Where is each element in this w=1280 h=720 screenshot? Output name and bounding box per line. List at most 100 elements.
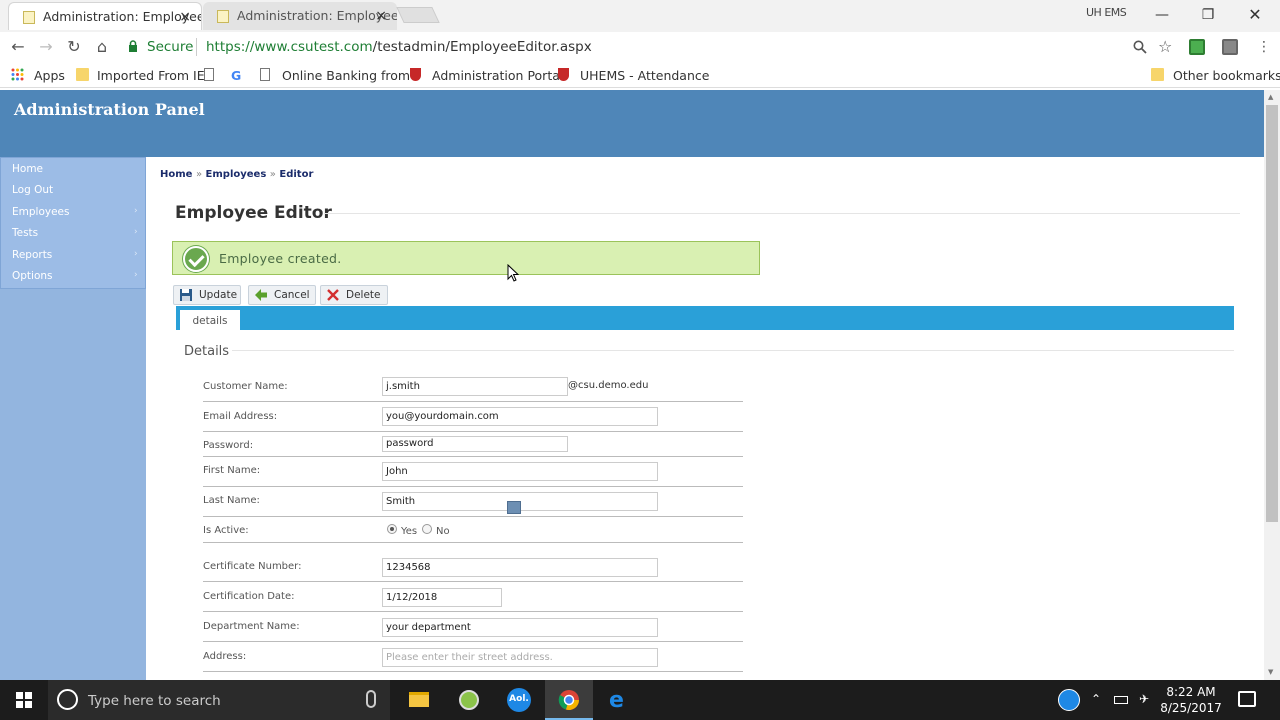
bookmark-apps[interactable]: Apps (34, 68, 65, 83)
sidebar-item-logout[interactable]: Log Out (12, 184, 53, 196)
chevron-up-icon[interactable]: ⌃ (1091, 692, 1101, 706)
aol-app[interactable]: Aol. (495, 680, 543, 720)
lock-icon (129, 40, 137, 52)
bookmark-admin-portal[interactable]: Administration Portal (432, 68, 563, 83)
paint-app[interactable] (445, 680, 493, 720)
microphone-icon[interactable] (366, 690, 376, 708)
chevron-right-icon: › (134, 249, 138, 259)
scrollbar-thumb[interactable] (1266, 105, 1278, 522)
folder-icon (1151, 68, 1164, 81)
address-input[interactable]: Please enter their street address. (382, 648, 658, 667)
extension-icon[interactable] (1222, 39, 1238, 55)
arrow-left-icon (255, 289, 267, 301)
chevron-right-icon: › (134, 270, 138, 280)
sidebar-item-options[interactable]: Options (12, 270, 53, 282)
page-title: Employee Editor (175, 203, 332, 223)
url-host: https://www.csutest.com (206, 39, 373, 55)
sidebar-item-reports[interactable]: Reports (12, 249, 52, 261)
first-name-label: First Name: (203, 465, 261, 476)
row-divider (203, 431, 743, 432)
bookmark-imported[interactable]: Imported From IE (97, 68, 205, 83)
airplane-mode-icon[interactable]: ✈ (1139, 692, 1149, 706)
section-title: Details (184, 344, 230, 359)
clock-date: 8/25/2017 (1160, 701, 1222, 715)
url-text[interactable]: https://www.csutest.com/testadmin/Employ… (206, 39, 592, 55)
battery-icon[interactable] (1114, 696, 1128, 704)
breadcrumb-home[interactable]: Home (160, 169, 192, 180)
row-divider (203, 671, 743, 672)
cancel-label: Cancel (274, 289, 310, 301)
help-icon[interactable] (1058, 689, 1080, 711)
other-bookmarks[interactable]: Other bookmarks (1173, 68, 1280, 83)
delete-button[interactable]: Delete (320, 285, 388, 305)
sidebar-item-employees[interactable]: Employees (12, 206, 69, 218)
is-active-yes-radio[interactable] (387, 524, 397, 534)
forward-icon[interactable]: → (34, 32, 58, 62)
browser-tab-active[interactable]: Administration: Employee × (8, 2, 202, 30)
extension-icon[interactable] (1189, 39, 1205, 55)
close-window-icon[interactable]: ✕ (1244, 4, 1266, 26)
chrome-app[interactable] (545, 680, 593, 720)
close-tab-icon[interactable]: × (375, 2, 387, 30)
google-icon[interactable]: G (231, 68, 241, 83)
first-name-input[interactable]: John (382, 462, 658, 481)
section-divider (232, 350, 1234, 351)
is-active-no-radio[interactable] (422, 524, 432, 534)
home-icon[interactable]: ⌂ (90, 32, 114, 62)
is-active-label: Is Active: (203, 525, 249, 536)
chevron-right-icon: › (134, 227, 138, 237)
minimize-icon[interactable]: — (1151, 4, 1173, 26)
email-address-input[interactable]: you@yourdomain.com (382, 407, 658, 426)
tab-title: Administration: Employee (43, 9, 202, 24)
page-icon[interactable] (204, 68, 214, 81)
page-icon (260, 68, 270, 81)
department-name-input[interactable]: your department (382, 618, 658, 637)
scroll-down-icon[interactable]: ▼ (1268, 668, 1273, 676)
browser-tab[interactable]: Administration: Employee × (203, 2, 397, 30)
reload-icon[interactable]: ↻ (62, 32, 86, 62)
chrome-menu-icon[interactable]: ⋮ (1252, 32, 1276, 62)
file-explorer-app[interactable] (395, 680, 443, 720)
certificate-number-input[interactable]: 1234568 (382, 558, 658, 577)
no-label: No (436, 526, 450, 537)
windows-start-icon[interactable] (16, 692, 32, 708)
save-icon (180, 289, 192, 301)
password-input[interactable]: password (382, 436, 568, 452)
back-icon[interactable]: ← (6, 32, 30, 62)
close-tab-icon[interactable]: × (179, 3, 191, 30)
customer-name-input[interactable]: j.smith (382, 377, 568, 396)
update-button[interactable]: Update (173, 285, 241, 305)
profile-name[interactable]: UH EMS (1086, 6, 1127, 19)
row-divider (203, 611, 743, 612)
edge-app[interactable]: e (595, 680, 643, 720)
new-tab-button[interactable] (396, 7, 440, 23)
page-favicon-icon (23, 11, 35, 24)
tab-details[interactable]: details (180, 310, 240, 330)
password-label: Password: (203, 440, 254, 451)
sidebar-item-home[interactable]: Home (12, 163, 43, 175)
email-address-label: Email Address: (203, 411, 278, 422)
search-icon[interactable] (1133, 40, 1147, 54)
taskbar-clock[interactable]: 8:22 AM 8/25/2017 (1160, 684, 1222, 716)
breadcrumb-employees[interactable]: Employees (206, 169, 267, 180)
certificate-number-label: Certificate Number: (203, 561, 302, 572)
update-label: Update (199, 289, 238, 301)
bookmark-star-icon[interactable]: ☆ (1158, 37, 1172, 56)
bookmark-uhems[interactable]: UHEMS - Attendance (580, 68, 709, 83)
shield-icon (558, 68, 569, 81)
calendar-icon[interactable] (507, 501, 521, 514)
row-divider (203, 641, 743, 642)
cancel-button[interactable]: Cancel (248, 285, 316, 305)
sidebar-item-tests[interactable]: Tests (12, 227, 38, 239)
restore-icon[interactable]: ❐ (1197, 4, 1219, 26)
row-divider (203, 581, 743, 582)
breadcrumb-editor[interactable]: Editor (279, 169, 313, 180)
scroll-up-icon[interactable]: ▲ (1268, 93, 1273, 101)
notifications-icon[interactable] (1238, 691, 1256, 707)
certification-date-input[interactable]: 1/12/2018 (382, 588, 502, 607)
paint-palette-icon (459, 690, 479, 710)
title-divider (324, 213, 1240, 214)
tab-strip (176, 306, 1234, 330)
page-favicon-icon (217, 10, 229, 23)
bookmark-online-banking[interactable]: Online Banking from (282, 68, 410, 83)
